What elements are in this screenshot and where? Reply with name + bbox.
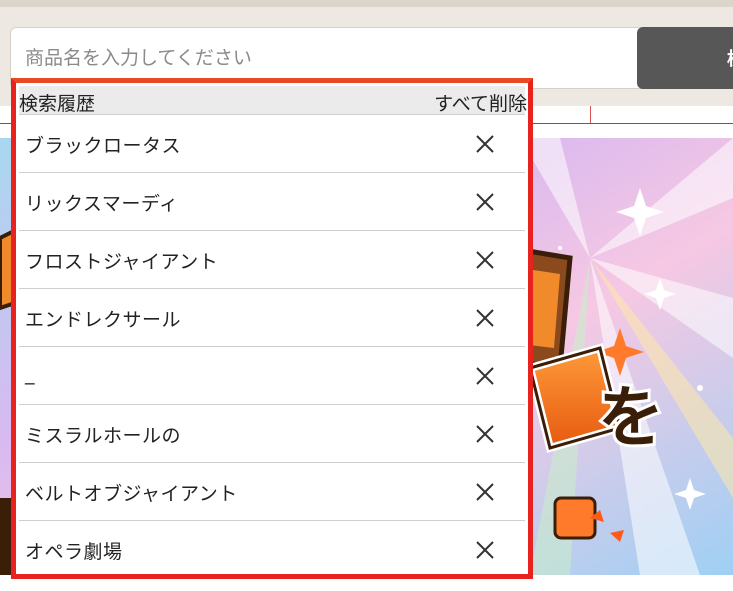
close-icon[interactable] <box>474 249 496 271</box>
close-icon[interactable] <box>474 191 496 213</box>
history-item-label: エンドレクサール <box>25 309 182 331</box>
banner-text: を <box>598 379 664 456</box>
history-item[interactable]: エンドレクサール <box>19 289 525 347</box>
history-item[interactable]: ベルトオブジャイアント <box>19 463 525 521</box>
history-list: ブラックロータス リックスマーディ フロストジャイアント エンドレクサール _ … <box>19 115 525 579</box>
history-item-label: リックスマーディ <box>25 193 179 215</box>
search-history-dropdown: 検索履歴 すべて削除 ブラックロータス リックスマーディ フロストジャイアント <box>11 78 533 579</box>
close-icon[interactable] <box>474 423 496 445</box>
history-item-label: ミスラルホールの <box>25 425 182 447</box>
history-item[interactable]: ブラックロータス <box>19 115 525 173</box>
clear-all-history-button[interactable]: すべて削除 <box>434 89 527 116</box>
history-item[interactable]: ミスラルホールの <box>19 405 525 463</box>
history-item[interactable]: _ <box>19 347 525 405</box>
history-header: 検索履歴 すべて削除 <box>19 86 527 116</box>
close-icon[interactable] <box>474 133 496 155</box>
history-item-label: _ <box>25 363 35 385</box>
page: 検 <box>0 0 733 591</box>
close-icon[interactable] <box>474 365 496 387</box>
search-button[interactable]: 検 <box>637 27 733 89</box>
history-item[interactable]: フロストジャイアント <box>19 231 525 289</box>
close-icon[interactable] <box>474 307 496 329</box>
history-item[interactable]: オペラ劇場 <box>19 521 525 579</box>
close-icon[interactable] <box>474 539 496 561</box>
history-title: 検索履歴 <box>19 93 96 115</box>
close-icon[interactable] <box>474 481 496 503</box>
history-item-label: フロストジャイアント <box>25 251 219 273</box>
tab-divider <box>590 106 591 123</box>
history-item[interactable]: リックスマーディ <box>19 173 525 231</box>
history-item-label: オペラ劇場 <box>25 541 123 563</box>
history-item-label: ブラックロータス <box>25 135 182 157</box>
history-item-label: ベルトオブジャイアント <box>25 483 238 505</box>
